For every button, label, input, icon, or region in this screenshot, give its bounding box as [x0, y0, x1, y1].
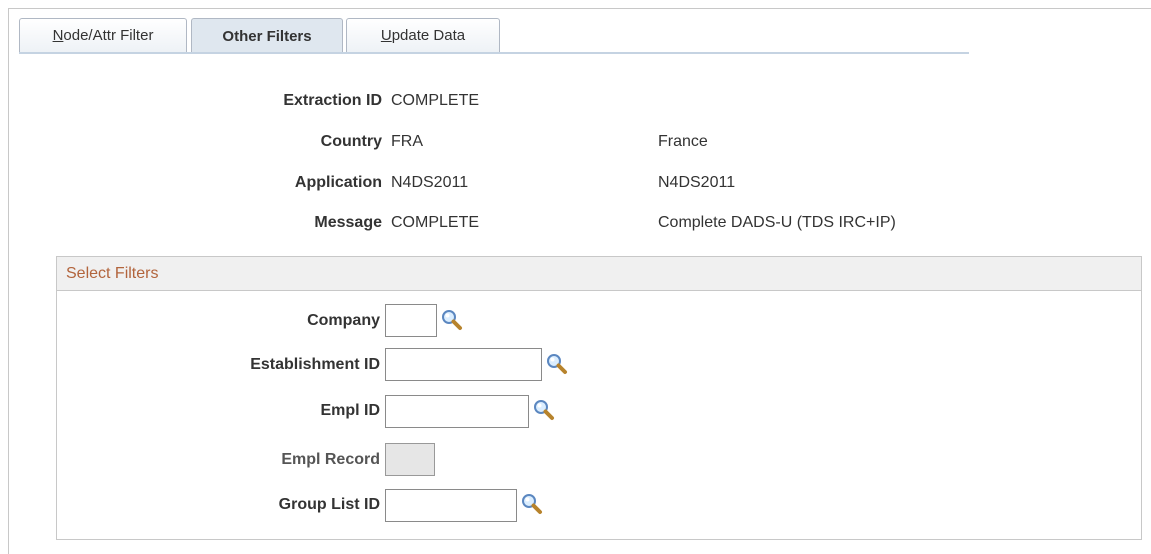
empl-id-lookup-icon[interactable]	[533, 399, 555, 421]
extraction-id-value: COMPLETE	[391, 92, 480, 109]
message-label: Message	[314, 214, 382, 231]
tab-node-attr-filter[interactable]: Node/Attr Filter	[19, 18, 187, 52]
application-label: Application	[294, 174, 382, 191]
application-description: N4DS2011	[658, 174, 736, 191]
group-list-id-input[interactable]	[385, 489, 517, 522]
tab-node-attr-filter-label: ode/Attr Filter	[63, 27, 154, 44]
select-filters-group: Select Filters	[56, 256, 1142, 540]
tab-update-data-accesskey: U	[380, 27, 392, 44]
group-list-id-lookup-icon[interactable]	[521, 493, 543, 515]
company-input[interactable]	[385, 304, 437, 337]
establishment-id-lookup-icon[interactable]	[546, 353, 568, 375]
empl-id-label: Empl ID	[320, 402, 380, 419]
empl-id-input[interactable]	[385, 395, 529, 428]
country-name: France	[658, 133, 708, 150]
tab-update-data[interactable]: Update Data	[346, 18, 500, 52]
tab-update-data-label: pdate Data	[391, 27, 466, 44]
group-list-id-label: Group List ID	[278, 496, 380, 513]
tab-other-filters-label: Other Filters	[222, 27, 312, 45]
empl-record-input	[385, 443, 435, 476]
establishment-id-label: Establishment ID	[250, 356, 380, 373]
message-code: COMPLETE	[391, 214, 480, 231]
tab-node-attr-filter-accesskey: N	[52, 27, 64, 44]
country-label: Country	[320, 133, 382, 150]
application-code: N4DS2011	[391, 174, 469, 191]
select-filters-title: Select Filters	[57, 257, 1141, 291]
establishment-id-input[interactable]	[385, 348, 542, 381]
company-lookup-icon[interactable]	[441, 309, 463, 331]
company-label: Company	[307, 312, 380, 329]
extraction-id-label: Extraction ID	[283, 92, 382, 109]
tab-underline	[19, 52, 969, 54]
empl-record-label: Empl Record	[281, 451, 380, 468]
tab-other-filters[interactable]: Other Filters	[191, 18, 343, 53]
message-description: Complete DADS-U (TDS IRC+IP)	[658, 214, 896, 231]
country-code: FRA	[391, 133, 423, 150]
